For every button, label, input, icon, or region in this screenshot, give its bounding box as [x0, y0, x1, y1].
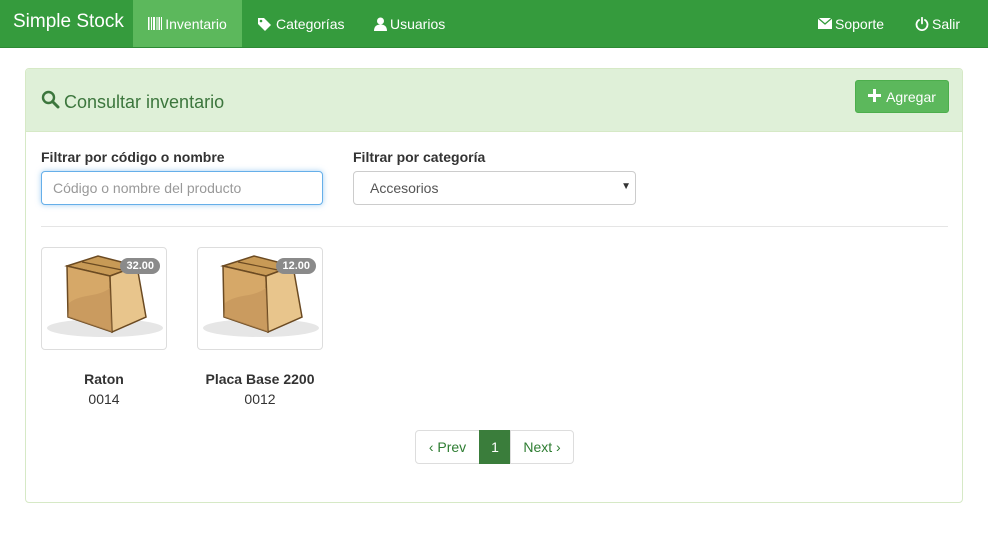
product-name: Raton — [84, 371, 124, 387]
next-page-button[interactable]: Next › — [510, 430, 574, 464]
nav-item-salir[interactable]: Salir — [915, 0, 960, 47]
nav-item-soporte[interactable]: Soporte — [818, 0, 884, 47]
plus-icon — [868, 88, 886, 105]
divider — [41, 226, 948, 227]
nav-item-inventario[interactable]: Inventario — [133, 0, 242, 47]
search-icon — [41, 90, 64, 114]
panel-heading: Consultar inventario Agregar — [26, 69, 962, 132]
envelope-icon — [818, 18, 832, 29]
add-product-button[interactable]: Agregar — [855, 80, 949, 113]
caret-down-icon: ▼ — [621, 181, 631, 192]
search-label: Filtrar por código o nombre — [41, 149, 225, 165]
nav-item-usuarios[interactable]: Usuarios — [374, 0, 445, 47]
nav-item-label: Categorías — [276, 15, 345, 32]
power-icon — [915, 16, 929, 31]
price-badge: 12.00 — [276, 258, 316, 274]
add-button-label: Agregar — [886, 88, 936, 105]
inventory-panel: Consultar inventario Agregar Filtrar por… — [25, 68, 963, 503]
panel-title-text: Consultar inventario — [64, 91, 225, 112]
search-input[interactable] — [41, 171, 323, 205]
nav-item-label: Usuarios — [390, 15, 446, 32]
top-navbar: Simple Stock Inventario Categorías Usuar… — [0, 0, 988, 48]
nav-item-categorias[interactable]: Categorías — [257, 0, 344, 47]
brand-logo[interactable]: Simple Stock — [13, 11, 124, 33]
product-thumbnail[interactable]: 12.00 — [197, 247, 323, 350]
prev-page-button[interactable]: ‹ Prev — [415, 430, 480, 464]
product-thumbnail[interactable]: 32.00 — [41, 247, 167, 350]
category-label: Filtrar por categoría — [353, 149, 486, 165]
nav-item-label: Inventario — [165, 15, 227, 32]
product-name: Placa Base 2200 — [205, 371, 315, 387]
product-code: 0014 — [88, 391, 120, 407]
nav-item-label: Soporte — [835, 15, 885, 32]
nav-item-label: Salir — [932, 15, 961, 32]
panel-title: Consultar inventario — [41, 90, 224, 114]
barcode-icon — [148, 17, 163, 30]
tags-icon — [257, 17, 273, 31]
page-1-button[interactable]: 1 — [479, 430, 511, 464]
category-select[interactable]: Accesorios ▼ — [353, 171, 636, 205]
category-selected-value: Accesorios — [370, 180, 439, 196]
price-badge: 32.00 — [120, 258, 160, 274]
user-icon — [374, 17, 387, 31]
product-code: 0012 — [244, 391, 276, 407]
pagination: ‹ Prev 1 Next › — [415, 430, 574, 464]
